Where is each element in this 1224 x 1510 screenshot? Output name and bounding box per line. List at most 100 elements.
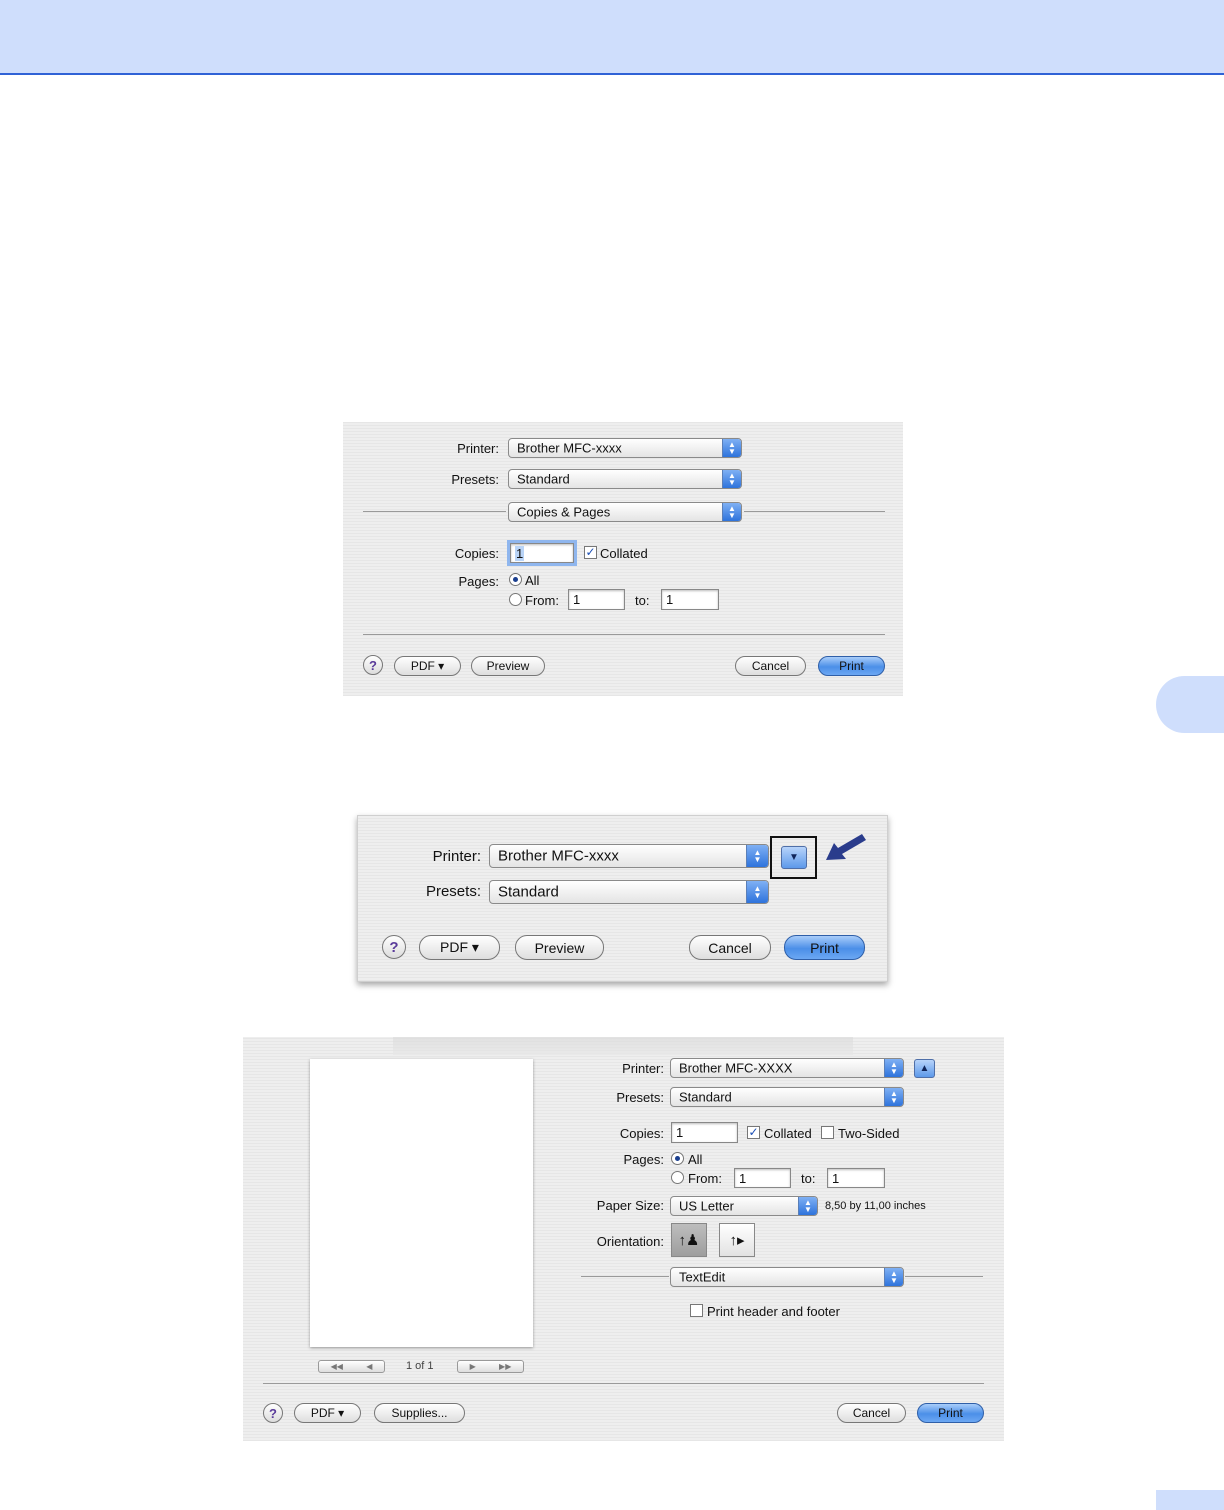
to-label: to: — [801, 1171, 816, 1186]
expand-dialog-button[interactable]: ▼ — [781, 846, 807, 869]
pages-label: Pages: — [458, 574, 499, 589]
printer-popup[interactable]: Brother MFC-xxxx ▲ ▼ — [489, 844, 769, 868]
from-input[interactable]: 1 — [734, 1168, 791, 1188]
help-button[interactable]: ? — [382, 935, 406, 959]
from-input-value: 1 — [573, 592, 581, 607]
presets-popup-value: Standard — [498, 883, 559, 901]
pages-from-label: From: — [525, 593, 559, 608]
help-button[interactable]: ? — [363, 655, 383, 675]
orientation-landscape-button[interactable]: ↑▸ — [719, 1223, 755, 1257]
presets-popup[interactable]: Standard ▲ ▼ — [489, 880, 769, 904]
copies-input[interactable]: 1 — [507, 540, 577, 566]
print-button[interactable]: Print — [784, 935, 865, 960]
paper-size-label: Paper Size: — [596, 1198, 664, 1213]
popup-arrows-icon: ▲ ▼ — [884, 1088, 903, 1106]
window-toolbar-ghost — [393, 1037, 853, 1055]
to-input-value: 1 — [832, 1170, 840, 1186]
copies-input[interactable]: 1 — [671, 1122, 738, 1143]
page-number-tab — [1156, 1490, 1224, 1510]
presets-label: Presets: — [451, 472, 499, 487]
printer-popup-value: Brother MFC-XXXX — [679, 1060, 793, 1076]
app-panel-popup[interactable]: TextEdit ▲ ▼ — [670, 1267, 904, 1287]
printer-label: Printer: — [457, 441, 499, 456]
prev-page-nav[interactable]: ◀◀ ◀ — [318, 1360, 385, 1373]
paper-size-popup[interactable]: US Letter ▲ ▼ — [670, 1196, 818, 1216]
preview-button[interactable]: Preview — [471, 656, 545, 676]
pages-all-label: All — [525, 573, 540, 588]
pages-all-label: All — [688, 1152, 703, 1167]
printer-popup[interactable]: Brother MFC-XXXX ▲ ▼ — [670, 1058, 904, 1078]
app-panel-popup-value: TextEdit — [679, 1269, 726, 1285]
collated-label: Collated — [764, 1126, 812, 1141]
printer-popup[interactable]: Brother MFC-xxxx ▲ ▼ — [508, 438, 742, 458]
to-input[interactable]: 1 — [827, 1168, 885, 1188]
popup-arrows-icon: ▲ ▼ — [722, 439, 741, 457]
popup-arrows-icon: ▲ ▼ — [722, 503, 741, 521]
collated-checkbox[interactable]: ✓ — [584, 546, 597, 559]
print-dialog-collapsed: Printer: Brother MFC-xxxx ▲ ▼ ▼ Presets: … — [357, 815, 888, 982]
landscape-icon: ↑▸ — [729, 1232, 745, 1249]
header-band — [0, 0, 1224, 75]
from-input[interactable]: 1 — [568, 589, 625, 610]
pages-from-radio[interactable] — [671, 1171, 684, 1184]
preview-button[interactable]: Preview — [515, 935, 604, 960]
last-page-icon: ▶▶ — [499, 1362, 512, 1371]
next-page-icon: ▶ — [469, 1362, 476, 1371]
copies-input-value: 1 — [676, 1125, 684, 1140]
pdf-button[interactable]: PDF ▾ — [294, 1403, 361, 1423]
separator-bottom — [363, 634, 885, 635]
collated-checkbox[interactable]: ✓ — [747, 1126, 760, 1139]
paper-dimensions: 8,50 by 11,00 inches — [825, 1200, 926, 1212]
page-counter: 1 of 1 — [406, 1360, 434, 1372]
cancel-button[interactable]: Cancel — [689, 935, 771, 960]
popup-arrows-icon: ▲ ▼ — [884, 1059, 903, 1077]
supplies-button[interactable]: Supplies... — [374, 1403, 465, 1423]
printer-label: Printer: — [622, 1061, 664, 1076]
to-input-value: 1 — [666, 592, 674, 607]
print-button[interactable]: Print — [917, 1403, 984, 1423]
cancel-button[interactable]: Cancel — [735, 656, 806, 676]
pages-all-radio[interactable] — [509, 573, 522, 586]
cancel-button[interactable]: Cancel — [837, 1403, 906, 1423]
copies-label: Copies: — [454, 546, 499, 561]
separator-left — [363, 511, 506, 512]
presets-popup-value: Standard — [679, 1089, 732, 1105]
from-input-value: 1 — [739, 1170, 747, 1186]
paper-size-popup-value: US Letter — [679, 1198, 734, 1214]
orientation-portrait-button[interactable]: ↑♟ — [671, 1223, 707, 1257]
help-button[interactable]: ? — [263, 1403, 283, 1423]
chapter-tab — [1156, 676, 1224, 733]
printer-label: Printer: — [432, 848, 481, 865]
presets-label: Presets: — [616, 1090, 664, 1105]
pages-from-radio[interactable] — [509, 593, 522, 606]
pages-from-label: From: — [688, 1171, 722, 1186]
copies-label: Copies: — [619, 1126, 664, 1141]
next-page-nav[interactable]: ▶ ▶▶ — [457, 1360, 524, 1373]
collapse-dialog-button[interactable]: ▲ — [914, 1059, 935, 1078]
print-button[interactable]: Print — [818, 656, 885, 676]
prev-page-icon: ◀ — [366, 1362, 373, 1371]
print-dialog-expanded: ◀◀ ◀ 1 of 1 ▶ ▶▶ Printer: Brother MFC-XXXX… — [243, 1037, 1004, 1441]
presets-popup[interactable]: Standard ▲ ▼ — [508, 469, 742, 489]
panel-popup[interactable]: Copies & Pages ▲ ▼ — [508, 502, 742, 522]
pages-all-radio[interactable] — [671, 1152, 684, 1165]
popup-arrows-icon: ▲ ▼ — [746, 881, 768, 903]
popup-arrows-icon: ▲ ▼ — [798, 1197, 817, 1215]
presets-popup[interactable]: Standard ▲ ▼ — [670, 1087, 904, 1107]
header-footer-checkbox[interactable] — [690, 1304, 703, 1317]
portrait-icon: ↑♟ — [678, 1232, 700, 1249]
pages-label: Pages: — [623, 1152, 664, 1167]
pdf-button[interactable]: PDF ▾ — [394, 656, 461, 676]
separator-bottom — [263, 1383, 984, 1384]
popup-arrows-icon: ▲ ▼ — [722, 470, 741, 488]
orientation-label: Orientation: — [596, 1234, 664, 1249]
two-sided-label: Two-Sided — [838, 1126, 900, 1141]
presets-label: Presets: — [425, 883, 481, 900]
presets-popup-value: Standard — [517, 471, 570, 487]
to-input[interactable]: 1 — [661, 589, 719, 610]
separator-right — [744, 511, 885, 512]
two-sided-checkbox[interactable] — [821, 1126, 834, 1139]
pdf-button[interactable]: PDF ▾ — [419, 935, 500, 960]
copies-input-value: 1 — [515, 545, 525, 561]
pointer-arrow-icon — [826, 834, 866, 860]
